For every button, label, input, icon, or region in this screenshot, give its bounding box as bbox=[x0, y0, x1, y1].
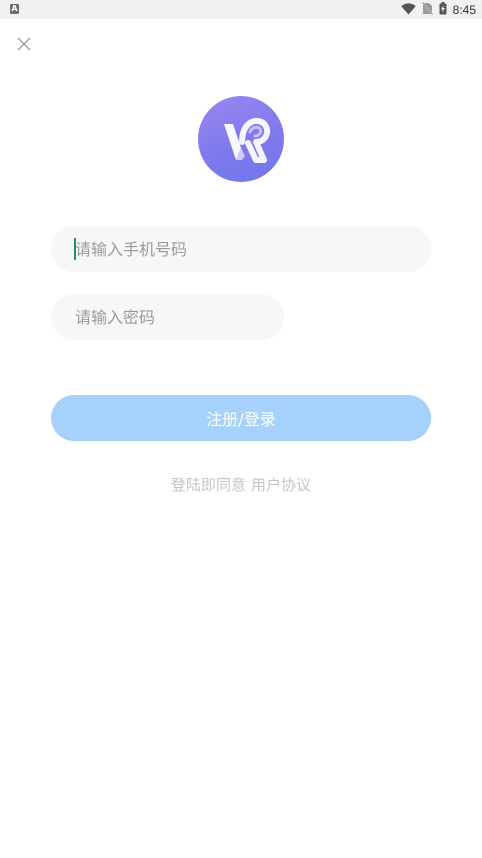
battery-charging-icon bbox=[439, 0, 447, 19]
password-field[interactable] bbox=[51, 294, 284, 340]
no-sim-icon bbox=[421, 0, 433, 19]
close-button[interactable] bbox=[14, 34, 34, 54]
vr-logo-icon bbox=[224, 117, 271, 163]
text-cursor bbox=[74, 238, 76, 260]
register-login-label: 注册/登录 bbox=[206, 410, 276, 429]
agreement-prefix: 登陆即同意 bbox=[170, 476, 246, 494]
agreement-text: 登陆即同意 用户协议 bbox=[0, 474, 482, 495]
wifi-icon bbox=[400, 0, 416, 19]
register-login-button[interactable]: 注册/登录 bbox=[51, 395, 431, 441]
phone-input[interactable] bbox=[75, 226, 415, 272]
status-bar: A 8:45 bbox=[0, 0, 482, 19]
clock-time: 8:45 bbox=[452, 2, 476, 17]
notification-a-icon: A bbox=[10, 4, 19, 14]
login-screen: A 8:45 请输入手机号码 注册/登录 登陆即同意 用户协议 bbox=[0, 0, 482, 858]
app-logo bbox=[198, 96, 284, 182]
user-agreement-link[interactable]: 用户协议 bbox=[251, 476, 311, 494]
password-input[interactable] bbox=[75, 294, 268, 340]
status-bar-right: 8:45 bbox=[400, 0, 476, 19]
phone-field[interactable] bbox=[51, 226, 431, 272]
close-icon bbox=[17, 37, 31, 51]
